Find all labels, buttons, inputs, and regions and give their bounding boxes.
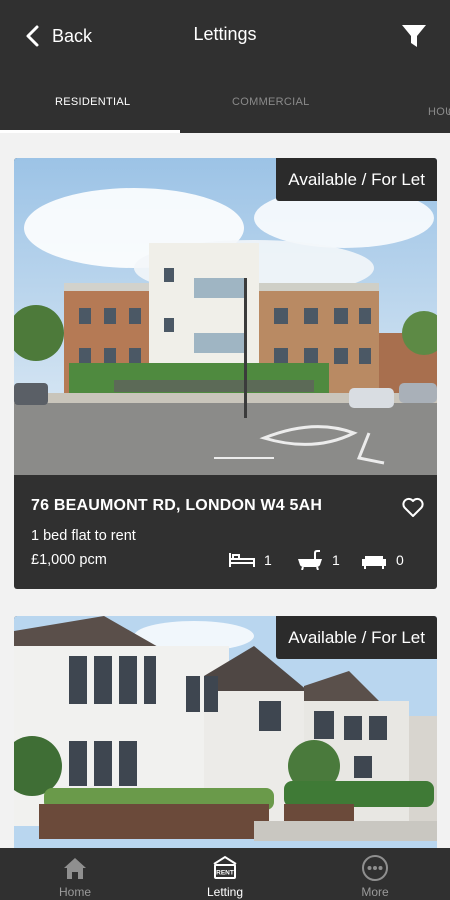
rent-sign-text: RENT <box>216 870 234 877</box>
filter-icon[interactable] <box>400 22 428 50</box>
bedrooms-count: 1 <box>228 549 272 571</box>
property-address: 76 BEAUMONT RD, LONDON W4 5AH <box>31 497 323 514</box>
receptions-value: 0 <box>396 552 404 568</box>
app-header: Back Lettings RESIDENTIAL COMMERCIAL HOU… <box>0 0 450 133</box>
tab-house-in-occupation[interactable]: HOUSE INOCCU <box>360 70 450 133</box>
sofa-icon <box>362 556 386 569</box>
bathrooms-value: 1 <box>332 552 340 568</box>
page-title: Lettings <box>193 24 257 44</box>
property-info: 76 BEAUMONT RD, LONDON W4 5AH 1 bed flat… <box>14 475 437 589</box>
availability-badge: Available / For Let <box>276 158 437 201</box>
property-description: 1 bed flat to rent <box>31 528 136 544</box>
nav-letting[interactable]: RENT Letting <box>150 848 300 900</box>
bottom-navigation: Home RENT Letting More <box>0 848 450 900</box>
tab-residential[interactable]: RESIDENTIAL <box>0 70 180 133</box>
property-card[interactable]: Available / For Let <box>14 616 437 856</box>
availability-badge: Available / For Let <box>276 616 437 659</box>
tab-commercial-label: COMMERCIAL <box>232 96 310 108</box>
bedrooms-value: 1 <box>264 552 272 568</box>
tab-house-label-line2: OCCU <box>428 104 450 121</box>
property-card[interactable]: Available / For Let 76 BEAUMONT RD, LOND… <box>14 158 437 589</box>
bath-icon <box>298 550 322 570</box>
home-icon <box>64 858 86 879</box>
category-tabs: RESIDENTIAL COMMERCIAL HOUSE INOCCU <box>0 70 450 133</box>
tab-residential-label: RESIDENTIAL <box>55 96 131 108</box>
more-icon <box>362 855 388 881</box>
rent-sign-icon: RENT <box>213 855 237 879</box>
nav-more-label: More <box>361 885 389 899</box>
top-bar: Back Lettings <box>0 0 450 70</box>
nav-home[interactable]: Home <box>0 848 150 900</box>
property-photo <box>14 158 437 475</box>
nav-more[interactable]: More <box>300 848 450 900</box>
heart-icon[interactable] <box>401 495 425 519</box>
tab-commercial[interactable]: COMMERCIAL <box>180 70 360 133</box>
property-price: £1,000 pcm <box>31 552 107 568</box>
nav-letting-label: Letting <box>206 885 244 899</box>
receptions-count: 0 <box>360 549 404 571</box>
bathrooms-count: 1 <box>296 549 340 571</box>
nav-home-label: Home <box>58 885 91 899</box>
bed-icon <box>229 553 255 567</box>
